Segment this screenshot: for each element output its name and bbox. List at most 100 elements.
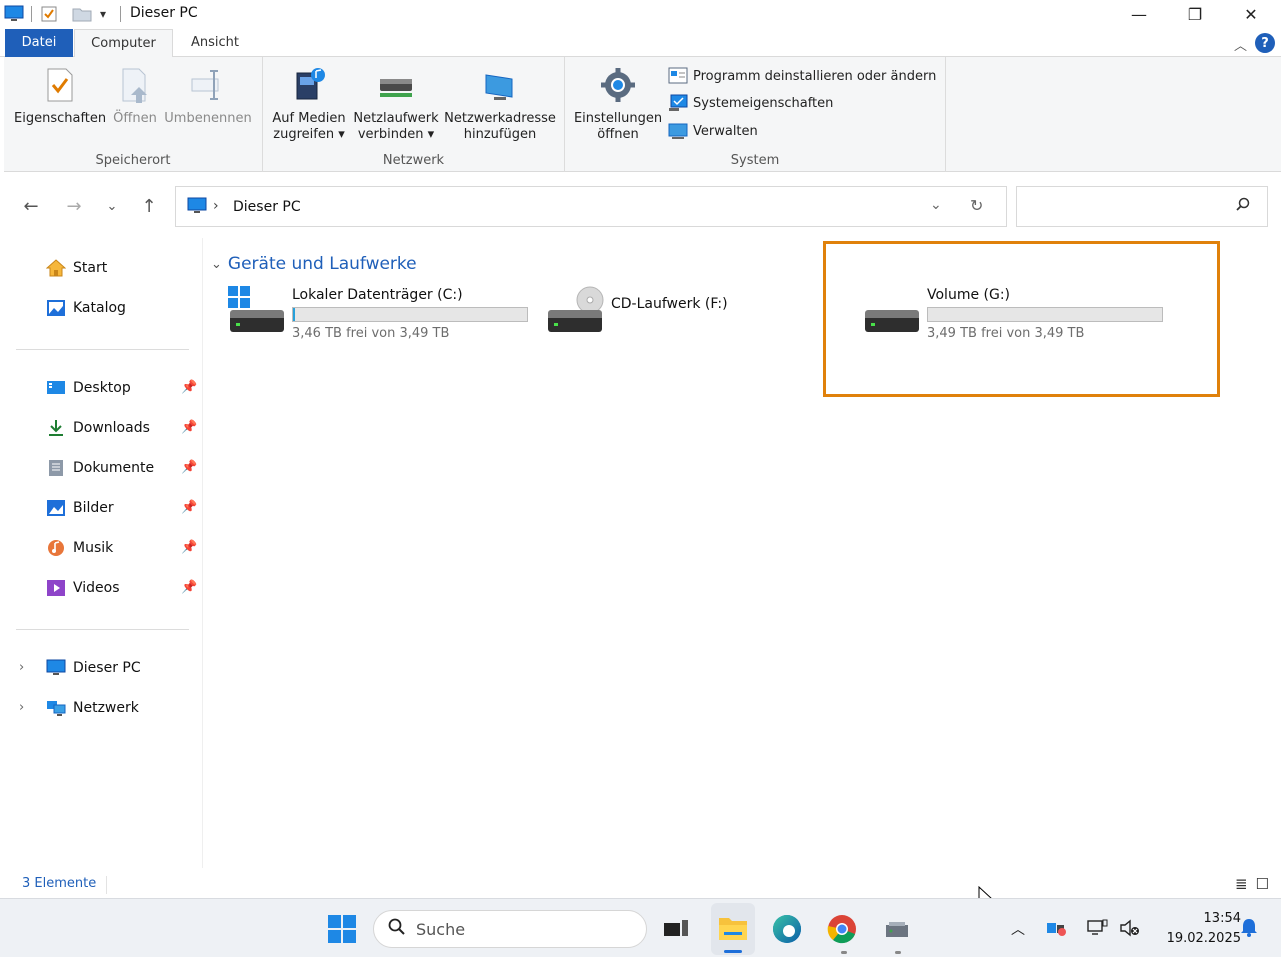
file-explorer-icon (718, 914, 748, 945)
this-pc-icon (46, 659, 66, 677)
customize-quick-access-icon[interactable]: ▾ (100, 4, 106, 24)
network-disconnected-icon[interactable] (1087, 919, 1109, 941)
uninstall-program-button[interactable]: Programm deinstallieren oder ändern (668, 65, 936, 87)
sidebar-item-desktop[interactable]: Desktop (46, 376, 131, 400)
chrome-browser-icon[interactable] (827, 914, 857, 944)
file-explorer-taskbar-button[interactable] (711, 903, 755, 955)
status-divider (106, 876, 107, 894)
task-view-icon[interactable] (661, 914, 691, 944)
minimize-button[interactable]: — (1111, 0, 1167, 28)
rename-icon (190, 65, 226, 105)
settings-label-2: öffnen (597, 127, 639, 142)
network-drive-icon (378, 65, 414, 105)
system-clock[interactable]: 13:54 19.02.2025 (1167, 909, 1241, 949)
documents-icon (46, 459, 66, 477)
system-properties-button[interactable]: Systemeigenschaften (668, 92, 833, 114)
tab-computer[interactable]: Computer (74, 29, 173, 58)
sidebar-item-downloads[interactable]: Downloads (46, 416, 150, 440)
sidebar-item-label: Desktop (73, 380, 131, 396)
forward-arrow-icon[interactable]: → (61, 193, 87, 219)
drive-free-space: 3,46 TB frei von 3,49 TB (292, 326, 450, 341)
up-arrow-icon[interactable]: ↑ (136, 193, 162, 219)
this-pc-icon[interactable] (4, 4, 24, 24)
new-folder-quick-icon[interactable] (72, 4, 92, 24)
media-icon (291, 65, 327, 105)
refresh-icon[interactable]: ↻ (970, 196, 983, 215)
address-bar[interactable]: › Dieser PC ⌄ ↻ (175, 186, 1007, 227)
rename-button[interactable]: Umbenennen (162, 65, 254, 127)
expand-chevron-icon[interactable]: › (19, 700, 24, 715)
manage-button[interactable]: Verwalten (668, 120, 758, 142)
access-media-label-1: Auf Medien (272, 111, 346, 126)
address-dropdown-chevron-icon[interactable]: ⌄ (930, 197, 942, 213)
help-icon[interactable]: ? (1255, 33, 1275, 53)
selection-highlight-box (823, 241, 1220, 397)
sidebar-item-label: Dieser PC (73, 660, 141, 676)
add-network-location-button[interactable]: Netzwerkadresse hinzufügen (443, 65, 557, 143)
download-icon (46, 419, 66, 437)
view-switcher: ≣ ☐ (1235, 875, 1269, 893)
sidebar-item-bilder[interactable]: Bilder (46, 496, 114, 520)
sidebar-item-label: Katalog (73, 300, 126, 316)
map-drive-label-1: Netzlaufwerk (353, 111, 439, 126)
programs-icon (668, 67, 688, 85)
sidebar-item-videos[interactable]: Videos (46, 576, 120, 600)
tray-app-icon[interactable] (1046, 919, 1068, 941)
search-input[interactable] (1016, 186, 1268, 227)
properties-button[interactable]: Eigenschaften (14, 65, 106, 127)
close-button[interactable]: ✕ (1223, 0, 1279, 28)
sidebar-item-label: Videos (73, 580, 120, 596)
pin-icon[interactable]: 📌 (181, 460, 197, 475)
network-app-icon[interactable] (883, 914, 913, 944)
music-icon (46, 539, 66, 557)
ribbon-tabs: Datei Computer Ansicht ︿ ? (0, 29, 1281, 58)
sidebar-item-start[interactable]: Start (45, 256, 107, 280)
sidebar-item-katalog[interactable]: Katalog (46, 296, 126, 320)
gallery-icon (46, 299, 66, 317)
pin-icon[interactable]: 📌 (181, 380, 197, 395)
recent-locations-chevron-icon[interactable]: ⌄ (99, 193, 125, 219)
details-view-icon[interactable]: ≣ (1235, 875, 1248, 893)
sidebar-item-dokumente[interactable]: Dokumente (46, 456, 154, 480)
collapse-chevron-icon: ⌄ (211, 256, 222, 272)
group-location-label: Speicherort (95, 153, 171, 168)
drive-f[interactable]: CD-Laufwerk (F:) (546, 286, 746, 348)
open-settings-button[interactable]: Einstellungen öffnen (571, 65, 665, 143)
pin-icon[interactable]: 📌 (181, 540, 197, 555)
pin-icon[interactable]: 📌 (181, 580, 197, 595)
manage-icon (668, 122, 688, 140)
start-button-windows-icon[interactable] (327, 914, 357, 944)
taskbar-search[interactable]: Suche (373, 910, 647, 948)
sidebar-item-this-pc[interactable]: Dieser PC (46, 656, 141, 680)
system-properties-icon (668, 94, 688, 112)
drive-c[interactable]: Lokaler Datenträger (C:) 3,46 TB frei vo… (228, 286, 538, 348)
edge-browser-icon[interactable] (772, 914, 802, 944)
drive-name: Lokaler Datenträger (C:) (292, 287, 463, 303)
notification-bell-icon[interactable] (1240, 918, 1258, 942)
restore-button[interactable]: ❐ (1167, 0, 1223, 28)
open-label: Öffnen (113, 111, 157, 126)
map-network-drive-button[interactable]: Netzlaufwerk verbinden ▾ (351, 65, 441, 143)
breadcrumb[interactable]: Dieser PC (233, 199, 301, 215)
pin-icon[interactable]: 📌 (181, 420, 197, 435)
taskbar: Suche ︿ 13:54 19.02.2025 (0, 898, 1281, 957)
pin-icon[interactable]: 📌 (181, 500, 197, 515)
uninstall-label: Programm deinstallieren oder ändern (693, 68, 937, 84)
show-hidden-icons-chevron-icon[interactable]: ︿ (1011, 919, 1025, 939)
collapse-ribbon-icon[interactable]: ︿ (1234, 35, 1247, 54)
volume-muted-icon[interactable] (1119, 919, 1141, 941)
cd-drive-icon (548, 310, 602, 332)
sidebar-item-netzwerk[interactable]: Netzwerk (46, 696, 139, 720)
large-icons-view-icon[interactable]: ☐ (1256, 875, 1269, 893)
properties-quick-icon[interactable] (40, 4, 58, 24)
back-arrow-icon[interactable]: ← (18, 193, 44, 219)
expand-chevron-icon[interactable]: › (19, 660, 24, 675)
open-button[interactable]: Öffnen (110, 65, 160, 127)
devices-section-header[interactable]: ⌄ Geräte und Laufwerke (211, 254, 417, 274)
tab-file[interactable]: Datei (5, 29, 73, 57)
tab-view[interactable]: Ansicht (177, 29, 253, 57)
access-media-button[interactable]: Auf Medien zugreifen ▾ (269, 65, 349, 143)
sidebar-item-musik[interactable]: Musik (46, 536, 113, 560)
window-title: Dieser PC (130, 5, 198, 21)
breadcrumb-separator: › (213, 198, 219, 214)
